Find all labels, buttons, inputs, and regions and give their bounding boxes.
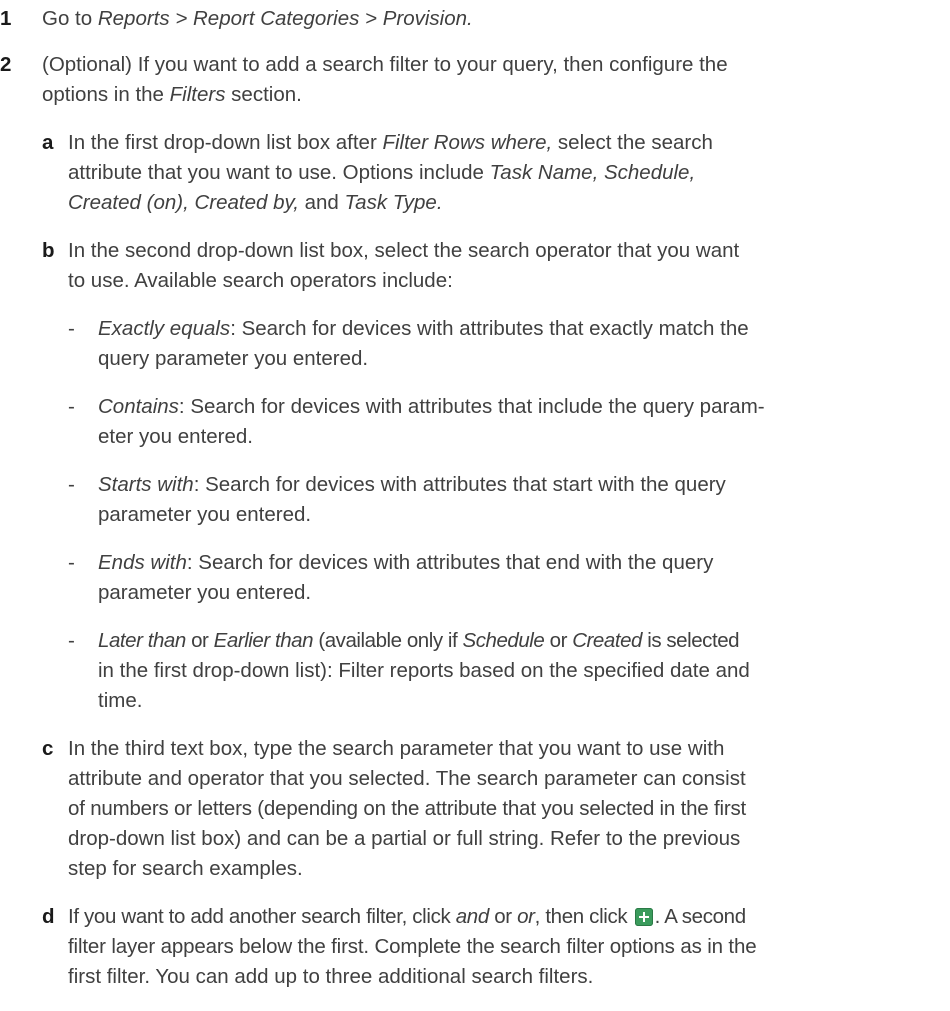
substep-label: c [42,737,54,760]
substep-text-line: of numbers or letters (depending on the … [68,797,746,820]
document-page: 1 Go to Reports > Report Categories > Pr… [0,0,950,1011]
step-text-line: (Optional) If you want to add a search f… [42,53,728,76]
substep-label: d [42,905,55,928]
filters-section-ref: Filters [169,83,226,106]
substep-text-line: If you want to add another search filter… [68,905,746,928]
substep-label: b [42,239,55,262]
substep-text-line: step for search examples. [68,857,303,880]
step-number: 2 [0,53,12,76]
substep-text-line: In the first drop-down list box after Fi… [68,131,713,154]
substep-text-line: drop-down list box) and can be a partial… [68,827,741,850]
substep-text-line: to use. Available search operators inclu… [68,269,453,292]
substep-text-line: In the third text box, type the search p… [68,737,725,760]
substep-label: a [42,131,54,154]
substep-text-line: attribute and operator that you selected… [68,767,746,790]
operator-name: Later than [98,629,186,652]
operator-name: Ends with [98,551,187,574]
menu-path: Reports > Report Categories > Provision. [97,7,473,30]
substep-text-line: In the second drop-down list box, select… [68,239,740,262]
step-text: Go to Reports > Report Categories > Prov… [42,7,473,30]
operator-name: Earlier than [213,629,314,652]
step-text-line: options in the Filters section. [42,83,302,106]
substep-text-line: Created (on), Created by, and Task Type. [68,191,443,214]
substep-text-line: first filter. You can add up to three ad… [68,965,594,988]
add-filter-icon [634,908,653,926]
substep-text-line: filter layer appears below the first. Co… [68,935,757,958]
step-number: 1 [0,7,12,30]
operator-name: Contains [98,395,179,418]
operator-name: Exactly equals [98,317,231,340]
substep-text-line: attribute that you want to use. Options … [68,161,696,184]
operator-name: Starts with [98,473,194,496]
